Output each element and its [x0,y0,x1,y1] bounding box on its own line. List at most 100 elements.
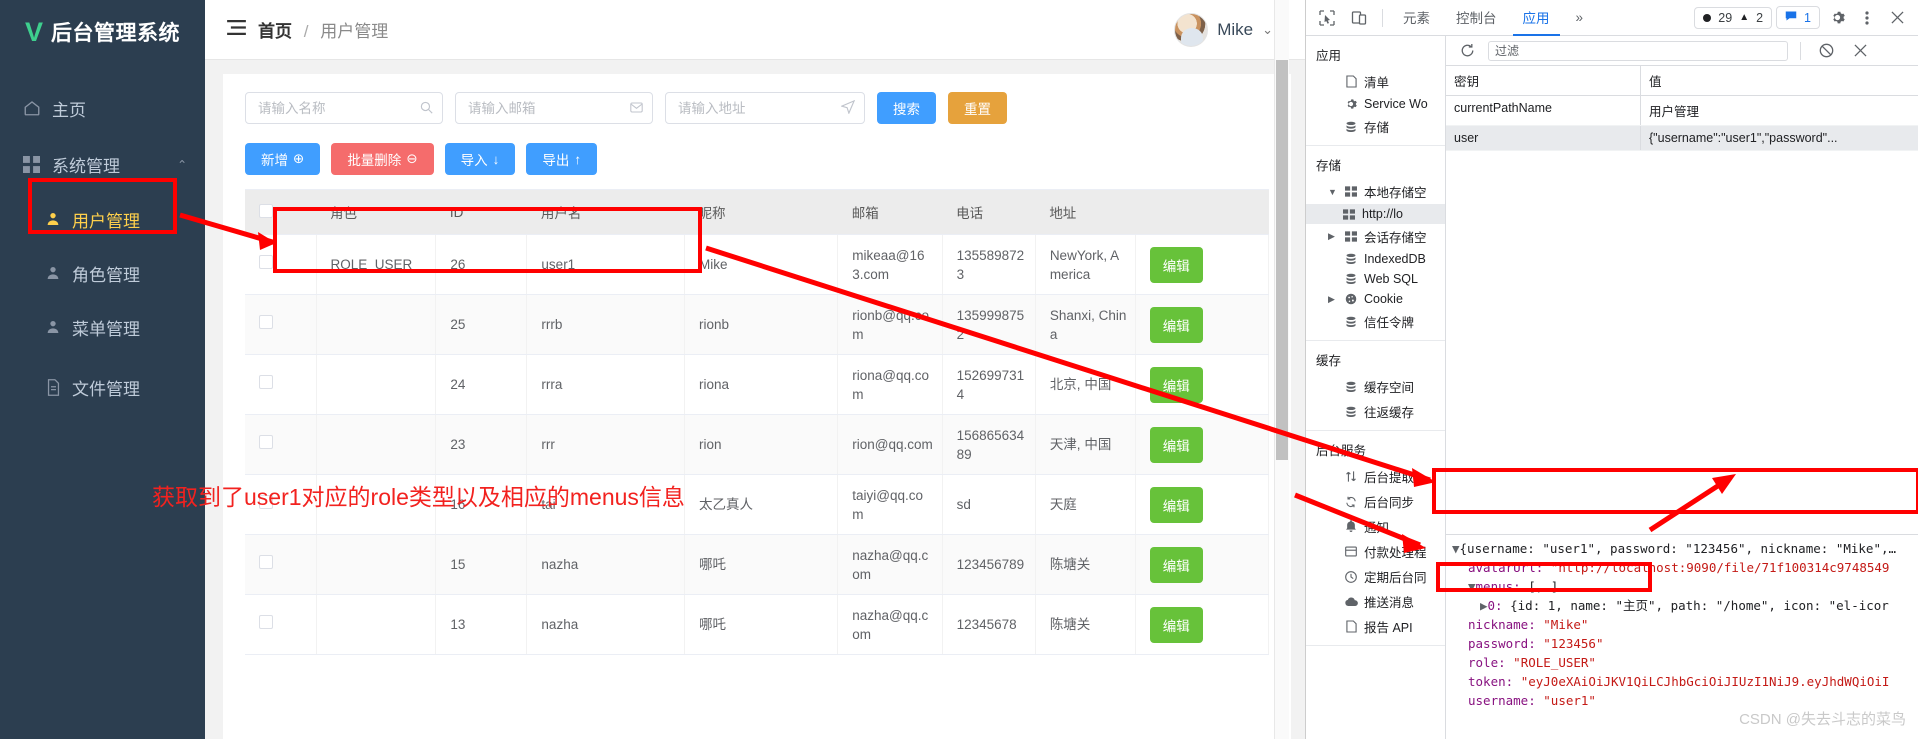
dt-item-service-worker[interactable]: Service Wo [1306,94,1445,114]
row-checkbox[interactable] [259,315,273,329]
row-checkbox[interactable] [259,495,273,509]
dt-item-web-sql[interactable]: Web SQL [1306,269,1445,289]
storage-row[interactable]: currentPathName 用户管理 [1446,96,1918,126]
search-button[interactable]: 搜索 [877,92,936,124]
table-row[interactable]: 13 nazha 哪吒 nazha@qq.com 12345678 陈塘关 编辑 [245,594,1269,655]
left-sidebar: V 后台管理系统 主页 系统管理 ⌄ 用户管理 角色管理 菜单管理 文件管理 [0,0,205,739]
row-checkbox[interactable] [259,555,273,569]
dt-item-localhost-origin[interactable]: http://lo [1306,204,1445,224]
cell-phone: 1359998752 [942,294,1036,355]
add-button[interactable]: 新增 ⊕ [245,143,321,175]
row-checkbox[interactable] [259,435,273,449]
search-filter-row: 搜索 重置 [245,92,1269,124]
row-checkbox[interactable] [259,615,273,629]
sidebar-item-menu-management[interactable]: 菜单管理 [0,300,205,354]
column-nickname: 昵称 [684,190,838,235]
dt-item-push-messaging[interactable]: 推送消息 [1306,589,1445,614]
gear-icon[interactable] [1824,5,1850,31]
dt-item-background-fetch[interactable]: 后台提取 [1306,464,1445,489]
expander-icon[interactable]: ▶ [1328,294,1338,305]
table-row[interactable]: 16 tai 太乙真人 taiyi@qq.com sd 天庭 编辑 [245,474,1269,535]
page-scrollbar-thumb[interactable] [1276,60,1288,460]
edit-button[interactable]: 编辑 [1149,546,1203,583]
dt-item-cookies[interactable]: ▶ Cookie [1306,289,1445,309]
storage-key: user [1446,126,1641,150]
refresh-icon[interactable] [1454,38,1480,64]
table-row[interactable]: 25 rrrb rionb rionb@qq.com 1359998752 Sh… [245,294,1269,355]
more-tabs-icon[interactable]: » [1566,2,1594,34]
cell-operations: 编辑 [1135,534,1269,595]
dt-item-reporting-api[interactable]: 报告 API [1306,614,1445,639]
dt-item-back-forward-cache[interactable]: 往返缓存 [1306,399,1445,424]
dt-item-payment-handler[interactable]: 付款处理程 [1306,539,1445,564]
dt-item-manifest[interactable]: 清单 [1306,69,1445,94]
tab-application[interactable]: 应用 [1512,0,1560,36]
reset-button[interactable]: 重置 [948,92,1007,124]
inspect-icon[interactable] [1314,5,1340,31]
sidebar-item-role-management[interactable]: 角色管理 [0,246,205,300]
dt-item-periodic-background-sync[interactable]: 定期后台同 [1306,564,1445,589]
edit-button[interactable]: 编辑 [1149,486,1203,523]
search-input-email[interactable] [468,100,624,116]
expander-icon[interactable]: ▶ [1480,598,1488,613]
dt-item-session-storage[interactable]: ▶ 会话存储空 [1306,224,1445,249]
table-row[interactable]: 15 nazha 哪吒 nazha@qq.com 123456789 陈塘关 编… [245,534,1269,595]
user-table: 角色 ID 用户名 昵称 邮箱 电话 地址 ROLE_USER 26 user1… [245,190,1269,655]
dt-item-background-sync[interactable]: 后台同步 [1306,489,1445,514]
table-row[interactable]: 24 rrra riona riona@qq.com 1526997314 北京… [245,354,1269,415]
import-button[interactable]: 导入 ↓ [444,143,516,175]
messages-badge[interactable]: 1 [1776,6,1820,29]
tab-elements[interactable]: 元素 [1393,0,1440,36]
preview-text: {username: "user1", password: "123456", … [1459,541,1897,556]
expander-icon[interactable]: ▼ [1328,187,1338,197]
search-input-name[interactable] [258,100,414,116]
row-checkbox[interactable] [259,375,273,389]
warning-count: 2 [1756,10,1764,25]
select-all-checkbox[interactable] [259,203,273,218]
close-icon[interactable] [1884,5,1910,31]
edit-button[interactable]: 编辑 [1149,366,1203,403]
sidebar-item-user-management[interactable]: 用户管理 [0,192,205,246]
edit-button[interactable]: 编辑 [1149,606,1203,643]
export-button[interactable]: 导出 ↑ [526,143,598,175]
page-scrollbar[interactable] [1274,0,1289,739]
sidebar-item-system[interactable]: 系统管理 ⌄ [0,136,205,192]
table-row[interactable]: ROLE_USER 26 user1 Mike mikeaa@163.com 1… [245,234,1269,295]
search-input-address[interactable] [678,100,836,116]
sidebar-item-home[interactable]: 主页 [0,80,205,136]
issues-badge[interactable]: 29 ▲ 2 [1694,6,1773,29]
edit-button[interactable]: 编辑 [1149,306,1203,343]
dt-item-trust-tokens[interactable]: 信任令牌 [1306,309,1445,334]
dt-item-label: 存储 [1364,121,1390,135]
tab-console[interactable]: 控制台 [1446,0,1507,36]
storage-filter-input[interactable]: 过滤 [1488,40,1788,61]
expander-icon[interactable]: ▶ [1328,231,1338,242]
dt-item-local-storage[interactable]: ▼ 本地存储空 [1306,179,1445,204]
sidebar-item-file-management[interactable]: 文件管理 [0,360,205,414]
breadcrumb-current: 用户管理 [320,22,389,41]
cell-nickname: 太乙真人 [684,474,839,535]
expander-icon[interactable]: ▼ [1452,541,1460,556]
export-button-label: 导出 [542,153,570,168]
dt-item-indexeddb[interactable]: IndexedDB [1306,249,1445,269]
dt-item-notifications[interactable]: 通知 [1306,514,1445,539]
batch-delete-button[interactable]: 批量删除 ⊖ [331,143,434,175]
topbar-user-menu[interactable]: Mike ⌄ [1174,12,1283,47]
email-search-field[interactable] [455,92,653,124]
address-search-field[interactable] [665,92,865,124]
breadcrumb-root[interactable]: 首页 [258,22,292,41]
storage-row[interactable]: user {"username":"user1","password"... [1446,126,1918,151]
hamburger-icon[interactable] [227,20,246,39]
device-toolbar-icon[interactable] [1346,5,1372,31]
name-search-field[interactable] [245,92,443,124]
table-row[interactable]: 23 rrr rion rion@qq.com 15686563489 天津, … [245,414,1269,475]
row-checkbox[interactable] [259,255,273,269]
dt-item-cache-storage[interactable]: 缓存空间 [1306,374,1445,399]
close-icon[interactable] [1847,38,1873,64]
dt-item-storage-overview[interactable]: 存储 [1306,114,1445,139]
expander-icon[interactable]: ▼ [1468,579,1476,594]
edit-button[interactable]: 编辑 [1149,426,1203,463]
edit-button[interactable]: 编辑 [1149,246,1203,283]
more-vertical-icon[interactable] [1854,5,1880,31]
no-entry-icon[interactable] [1813,38,1839,64]
